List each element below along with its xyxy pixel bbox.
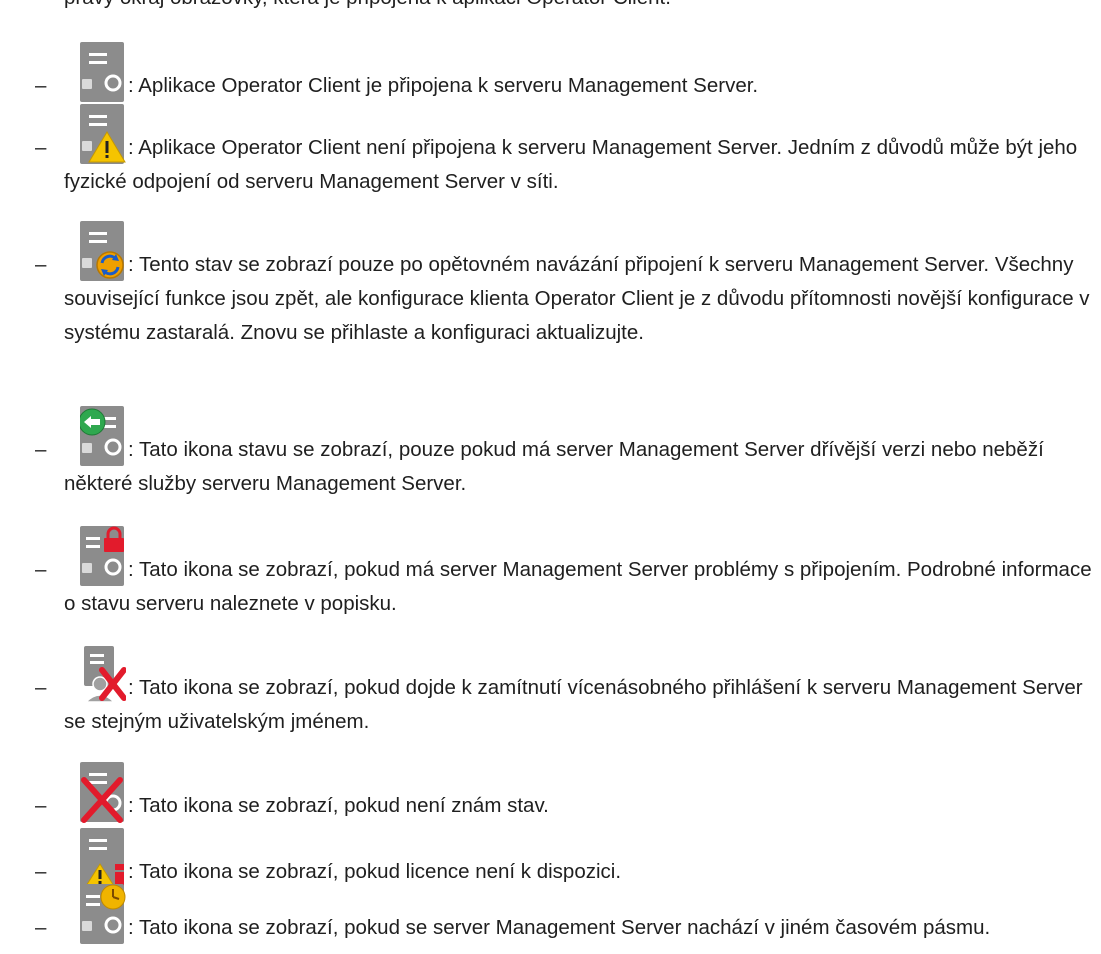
bullet: – (35, 136, 47, 159)
item-text: : Tato ikona se zobrazí, pokud není znám… (128, 794, 549, 817)
item-text: : Aplikace Operator Client je připojena … (128, 74, 759, 97)
bullet: – (35, 860, 47, 883)
bullet: – (35, 558, 47, 581)
item-text: : Tato ikona se zobrazí, pokud dojde k z… (64, 676, 1083, 733)
bullet: – (35, 676, 47, 699)
item-text: : Tento stav se zobrazí pouze po opětovn… (64, 253, 1090, 344)
item-text: : Tato ikona se zobrazí, pokud se server… (128, 916, 991, 939)
item-text: : Tato ikona se zobrazí, pokud má server… (64, 558, 1092, 615)
bullet: – (35, 74, 47, 97)
item-text: : Tato ikona stavu se zobrazí, pouze pok… (64, 438, 1044, 495)
bullet: – (35, 438, 47, 461)
item-text: : Tato ikona se zobrazí, pokud licence n… (128, 860, 622, 883)
intro-text: pravý okraj obrazovky, která je připojen… (64, 0, 1084, 15)
item-text: : Aplikace Operator Client není připojen… (64, 136, 1078, 193)
bullet: – (35, 916, 47, 939)
bullet: – (35, 253, 47, 276)
bullet: – (35, 794, 47, 817)
